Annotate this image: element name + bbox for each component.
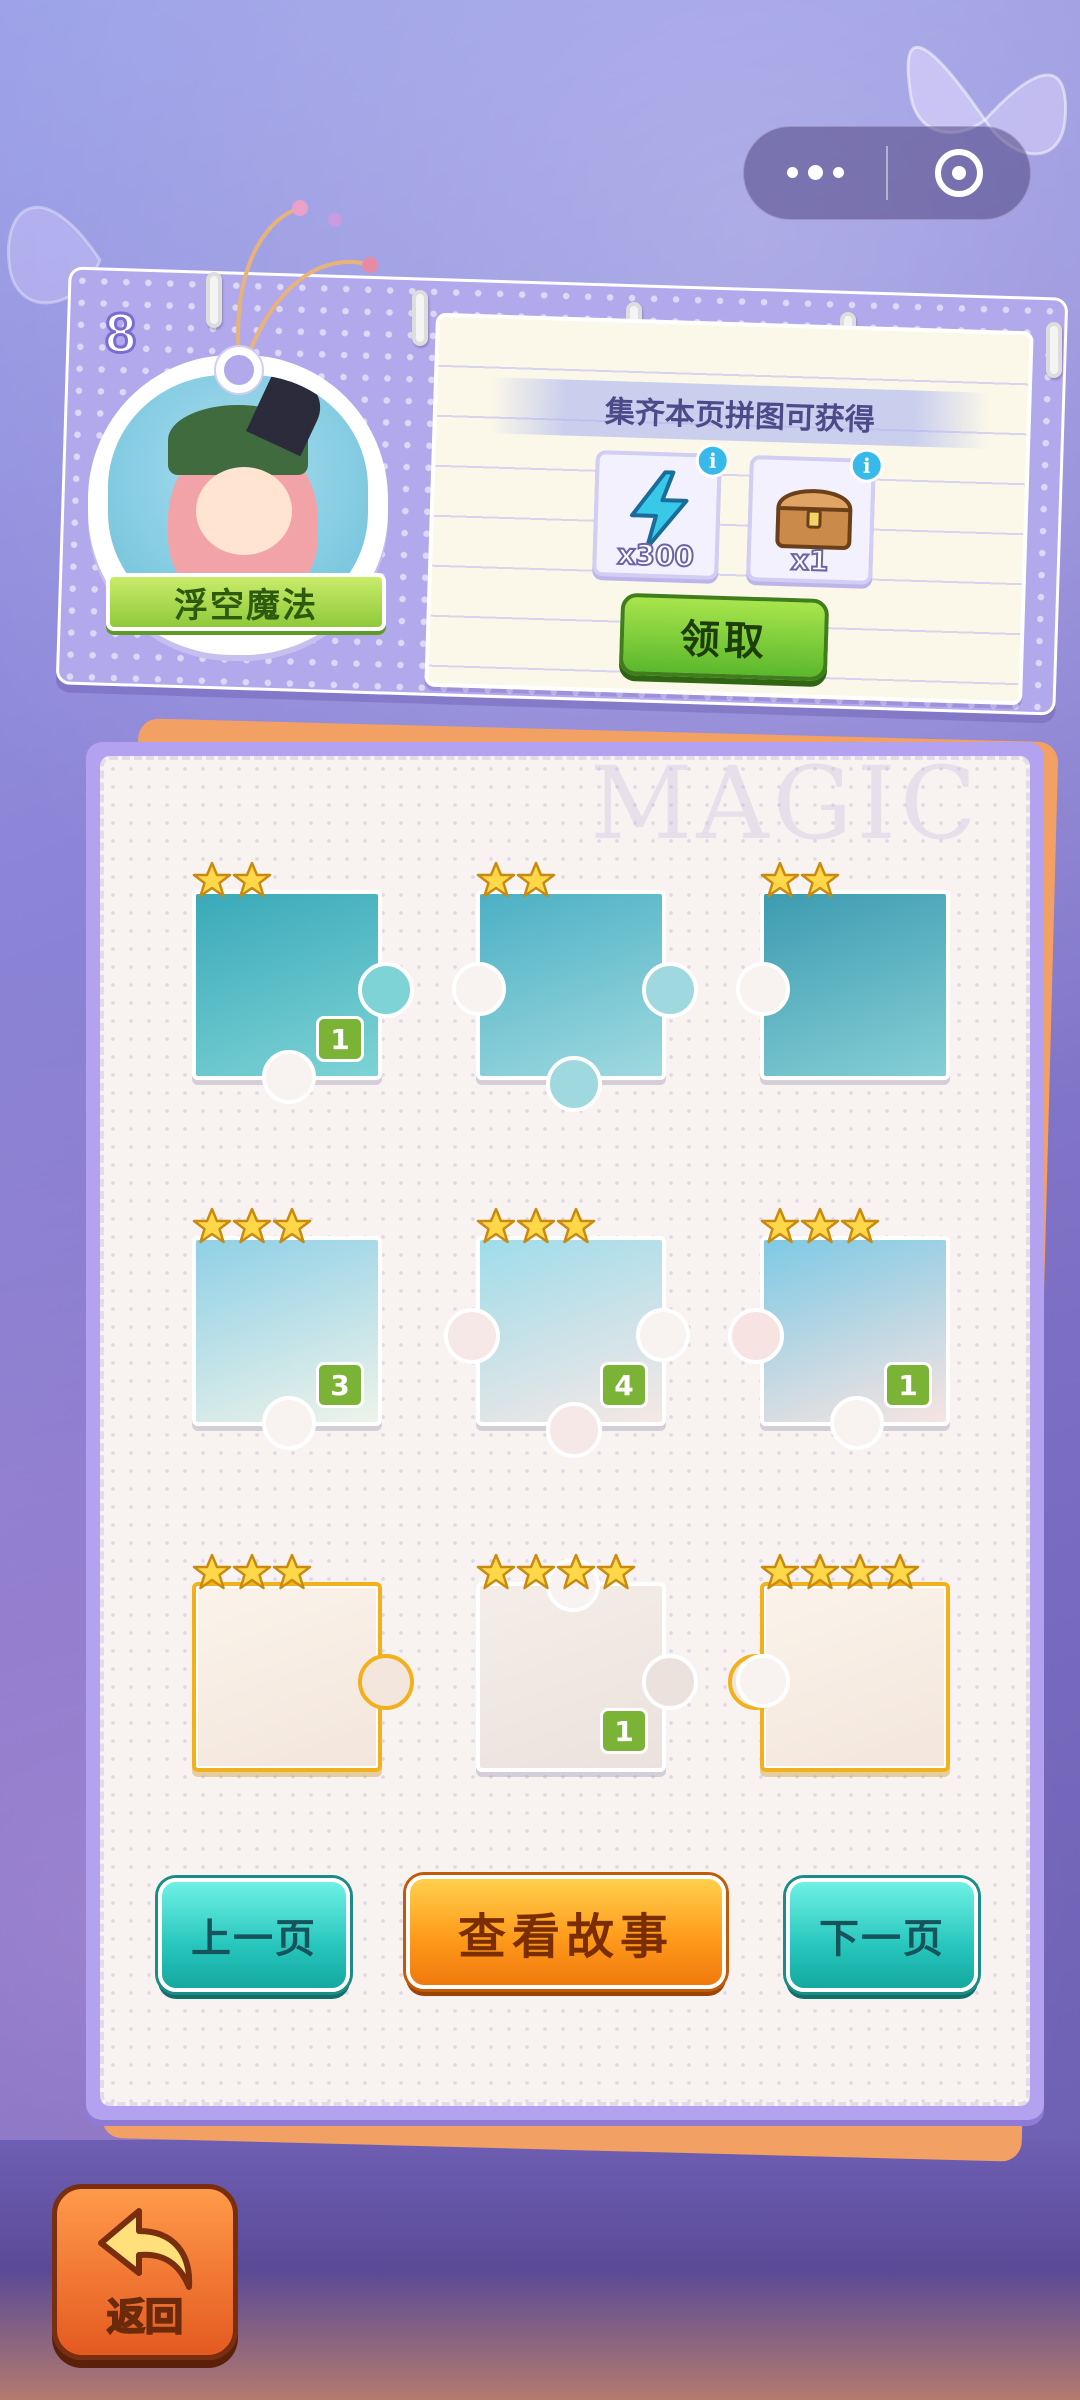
star-icon: [596, 1553, 636, 1590]
piece-knob: [546, 1056, 602, 1112]
piece-stars: [476, 1206, 596, 1246]
piece-count-badge: 1: [884, 1362, 932, 1408]
star-icon: [880, 1553, 920, 1590]
piece-stars: [192, 860, 272, 900]
board-watermark: MAGIC: [590, 745, 981, 862]
star-icon: [760, 1207, 800, 1244]
reward-qty: x1: [789, 542, 830, 578]
puzzle-piece[interactable]: 3: [192, 1236, 382, 1450]
reward-item-energy[interactable]: x300 i: [592, 443, 731, 580]
piece-count-badge: 1: [600, 1708, 648, 1754]
treasure-chest-icon: [775, 489, 853, 551]
star-icon: [556, 1207, 596, 1244]
back-label: 返回: [106, 2294, 184, 2340]
piece-count-badge: 3: [316, 1362, 364, 1408]
star-icon: [272, 1207, 312, 1244]
puzzle-piece[interactable]: [728, 1582, 950, 1772]
piece-stars: [192, 1206, 312, 1246]
piece-hole: [736, 962, 790, 1016]
piece-hole: [452, 962, 506, 1016]
puzzle-piece[interactable]: [192, 1582, 414, 1772]
star-icon: [192, 861, 232, 898]
piece-count-badge: 1: [316, 1016, 364, 1062]
puzzle-piece[interactable]: [452, 890, 698, 1112]
miniprogram-capsule: [743, 126, 1031, 220]
puzzle-piece[interactable]: 4: [444, 1236, 690, 1458]
prev-page-button[interactable]: 上一页: [158, 1878, 350, 1992]
character-name: 浮空魔法: [174, 585, 318, 626]
star-icon: [476, 1207, 516, 1244]
star-icon: [232, 861, 272, 898]
piece-hole: [262, 1396, 316, 1450]
piece-count-badge: 4: [600, 1362, 648, 1408]
star-icon: [192, 1553, 232, 1590]
piece-stars: [760, 1552, 920, 1592]
piece-stars: [476, 1552, 636, 1592]
piece-stars: [760, 1206, 880, 1246]
close-button[interactable]: [888, 149, 1030, 197]
view-story-button[interactable]: 查看故事: [406, 1875, 726, 1989]
star-icon: [516, 1207, 556, 1244]
character-name-ribbon: 浮空魔法: [106, 573, 386, 631]
piece-hole: [736, 1654, 790, 1708]
piece-knob: [642, 962, 698, 1018]
piece-hole: [636, 1308, 690, 1362]
reward-item-chest[interactable]: x1 i: [746, 448, 885, 585]
piece-knob: [642, 1654, 698, 1710]
star-icon: [192, 1207, 232, 1244]
more-dots-icon[interactable]: [744, 164, 886, 180]
star-icon: [760, 1553, 800, 1590]
star-icon: [800, 861, 840, 898]
back-button[interactable]: 返回: [52, 2184, 238, 2360]
reward-qty: x300: [616, 537, 696, 574]
character-tag: 浮空魔法: [78, 347, 408, 655]
star-icon: [232, 1553, 272, 1590]
piece-hole: [262, 1050, 316, 1104]
next-page-button[interactable]: 下一页: [786, 1878, 978, 1992]
piece-stars: [760, 860, 840, 900]
piece-hole: [830, 1396, 884, 1450]
star-icon: [476, 861, 516, 898]
star-icon: [840, 1553, 880, 1590]
piece-knob: [358, 1654, 414, 1710]
piece-knob: [358, 962, 414, 1018]
star-icon: [800, 1207, 840, 1244]
star-icon: [516, 861, 556, 898]
star-icon: [760, 861, 800, 898]
claim-button[interactable]: 领取: [618, 592, 830, 682]
target-icon: [935, 149, 983, 197]
star-icon: [516, 1553, 556, 1590]
star-icon: [476, 1553, 516, 1590]
piece-stars: [192, 1552, 312, 1592]
star-icon: [840, 1207, 880, 1244]
puzzle-piece[interactable]: 1: [476, 1558, 698, 1772]
star-icon: [800, 1553, 840, 1590]
puzzle-piece[interactable]: 1: [728, 1236, 950, 1450]
star-icon: [556, 1553, 596, 1590]
puzzle-piece[interactable]: 1: [192, 890, 414, 1104]
piece-knob: [444, 1308, 500, 1364]
star-icon: [272, 1553, 312, 1590]
piece-knob: [546, 1402, 602, 1458]
piece-stars: [476, 860, 556, 900]
star-icon: [232, 1207, 272, 1244]
piece-knob: [728, 1308, 784, 1364]
puzzle-piece[interactable]: [736, 890, 950, 1080]
